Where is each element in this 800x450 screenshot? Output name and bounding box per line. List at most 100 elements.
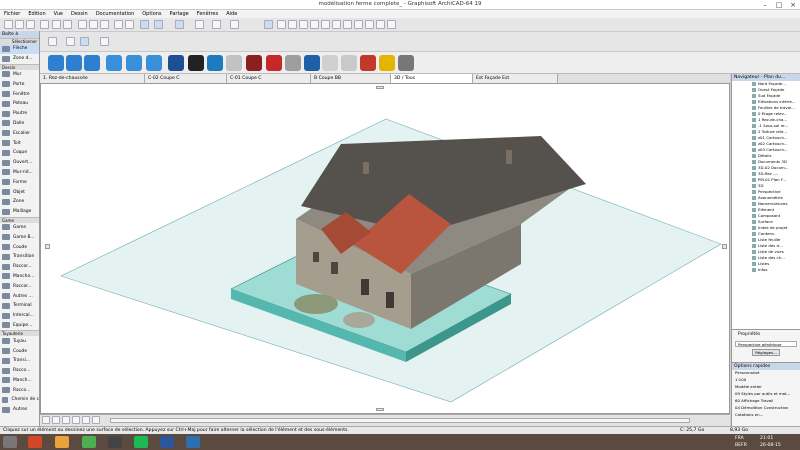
refresh-icon[interactable]: [84, 55, 100, 71]
app-icon[interactable]: [108, 436, 122, 448]
tool-arrow[interactable]: Flèche: [0, 44, 39, 54]
3d-viewport[interactable]: [40, 83, 730, 414]
maximize-button[interactable]: □: [772, 0, 786, 10]
zoom-in-icon[interactable]: [82, 416, 90, 424]
game-tool[interactable]: Raccor...: [0, 281, 39, 291]
tuyau-tool[interactable]: Manch...: [0, 376, 39, 386]
tab-rez-de-chaussee[interactable]: 1. Rez-de-chaussée: [40, 74, 145, 83]
start-icon[interactable]: [3, 436, 17, 448]
pan-top-handle[interactable]: [376, 86, 384, 89]
plugin-6-icon[interactable]: [322, 55, 338, 71]
grid-icon[interactable]: [175, 20, 184, 29]
new-icon[interactable]: [4, 20, 13, 29]
minimize-button[interactable]: –: [758, 0, 772, 10]
plugin-1-icon[interactable]: [226, 55, 242, 71]
rotate-icon[interactable]: [80, 37, 89, 46]
keyboard-language[interactable]: FRA: [735, 436, 744, 441]
tuyau-tool[interactable]: Racco...: [0, 385, 39, 395]
section-icon[interactable]: [288, 20, 297, 29]
dessin-tool[interactable]: Zone: [0, 197, 39, 207]
worksheet-icon[interactable]: [321, 20, 330, 29]
gear-icon[interactable]: [188, 55, 204, 71]
magnet-icon[interactable]: [212, 20, 221, 29]
pan-right-handle[interactable]: [722, 244, 727, 249]
tuyau-tool[interactable]: Autres: [0, 405, 39, 415]
tuyau-tool[interactable]: Tuyau: [0, 336, 39, 346]
app-icon[interactable]: [160, 436, 174, 448]
tab-coupe-c02[interactable]: C-02 Coupe C: [145, 74, 227, 83]
dessin-tool[interactable]: Porte: [0, 79, 39, 89]
index-icon[interactable]: [376, 20, 385, 29]
spotify-icon[interactable]: [134, 436, 148, 448]
quick-option-item[interactable]: 09 Styles par outils et mat...: [735, 391, 800, 398]
cloud-download-icon[interactable]: [146, 55, 162, 71]
properties-view-value[interactable]: Perspective générique: [735, 341, 797, 347]
quick-option-item[interactable]: Cotations en...: [735, 412, 800, 419]
quick-option-item[interactable]: 60 Affichage Travail: [735, 398, 800, 405]
guide-icon[interactable]: [154, 20, 163, 29]
horizontal-scrollbar[interactable]: [110, 418, 690, 423]
graphisoft-icon[interactable]: [207, 55, 223, 71]
layout-icon[interactable]: [354, 20, 363, 29]
selection-mode-icon[interactable]: [48, 37, 57, 46]
dessin-tool[interactable]: Mur: [0, 70, 39, 80]
tab-coupe-bb[interactable]: B Coupe BB: [311, 74, 391, 83]
view-control-icon[interactable]: [72, 416, 80, 424]
view-control-icon[interactable]: [52, 416, 60, 424]
open-icon[interactable]: [15, 20, 24, 29]
view-3d-icon[interactable]: [264, 20, 273, 29]
dessin-tool[interactable]: Coque: [0, 148, 39, 158]
elevation-icon[interactable]: [299, 20, 308, 29]
menu-dessin[interactable]: Dessin: [71, 11, 88, 17]
file-explorer-icon[interactable]: [55, 436, 69, 448]
office-icon[interactable]: [28, 436, 42, 448]
tuyau-tool[interactable]: Transi...: [0, 356, 39, 366]
document-3d-icon[interactable]: [343, 20, 352, 29]
plan-icon[interactable]: [277, 20, 286, 29]
save-icon[interactable]: [26, 20, 35, 29]
cloud-icon[interactable]: [106, 55, 122, 71]
game-tool[interactable]: Equipe...: [0, 321, 39, 331]
redo-icon[interactable]: [63, 20, 72, 29]
plugin-9-icon[interactable]: [379, 55, 395, 71]
quick-option-item[interactable]: 1:100: [735, 377, 800, 384]
print-icon[interactable]: [40, 20, 49, 29]
game-tool[interactable]: Transition: [0, 252, 39, 262]
dessin-tool[interactable]: Maillage: [0, 207, 39, 217]
dessin-tool[interactable]: Toit: [0, 138, 39, 148]
chrome-icon[interactable]: [82, 436, 96, 448]
list-icon[interactable]: [387, 20, 396, 29]
plugin-7-icon[interactable]: [341, 55, 357, 71]
menu-fenetres[interactable]: Fenêtres: [197, 11, 219, 17]
tuyau-tool[interactable]: Racco...: [0, 366, 39, 376]
plugin-5-icon[interactable]: [304, 55, 320, 71]
pan-bottom-handle[interactable]: [376, 408, 384, 411]
tuyau-tool[interactable]: Coude: [0, 346, 39, 356]
tab-coupe-c01[interactable]: C-01 Coupe C: [227, 74, 311, 83]
close-button[interactable]: ×: [786, 0, 800, 10]
quick-option-item[interactable]: Modèle entier: [735, 384, 800, 391]
dessin-tool[interactable]: Forme: [0, 177, 39, 187]
game-tool[interactable]: Autres ...: [0, 291, 39, 301]
mail-icon[interactable]: [168, 55, 184, 71]
game-tool[interactable]: Terminal: [0, 301, 39, 311]
schedule-icon[interactable]: [365, 20, 374, 29]
interior-icon[interactable]: [310, 20, 319, 29]
tab-3d-tous[interactable]: 3D / Tous: [391, 74, 473, 83]
menu-documentation[interactable]: Documentation: [96, 11, 135, 17]
snap-icon[interactable]: [140, 20, 149, 29]
plugin-8-icon[interactable]: [360, 55, 376, 71]
undo-icon[interactable]: [52, 20, 61, 29]
cloud-sync-2-icon[interactable]: [66, 55, 82, 71]
pan-left-handle[interactable]: [45, 244, 50, 249]
paste-icon[interactable]: [100, 20, 109, 29]
game-tool[interactable]: Mancho...: [0, 272, 39, 282]
clock-time[interactable]: 21:01: [760, 436, 773, 441]
plugin-10-icon[interactable]: [398, 55, 414, 71]
dessin-tool[interactable]: Objet: [0, 187, 39, 197]
pick-icon[interactable]: [114, 20, 123, 29]
plugin-3-icon[interactable]: [266, 55, 282, 71]
game-tool[interactable]: Intercal...: [0, 311, 39, 321]
dessin-tool[interactable]: Escalier: [0, 128, 39, 138]
dessin-tool[interactable]: Fenêtre: [0, 89, 39, 99]
